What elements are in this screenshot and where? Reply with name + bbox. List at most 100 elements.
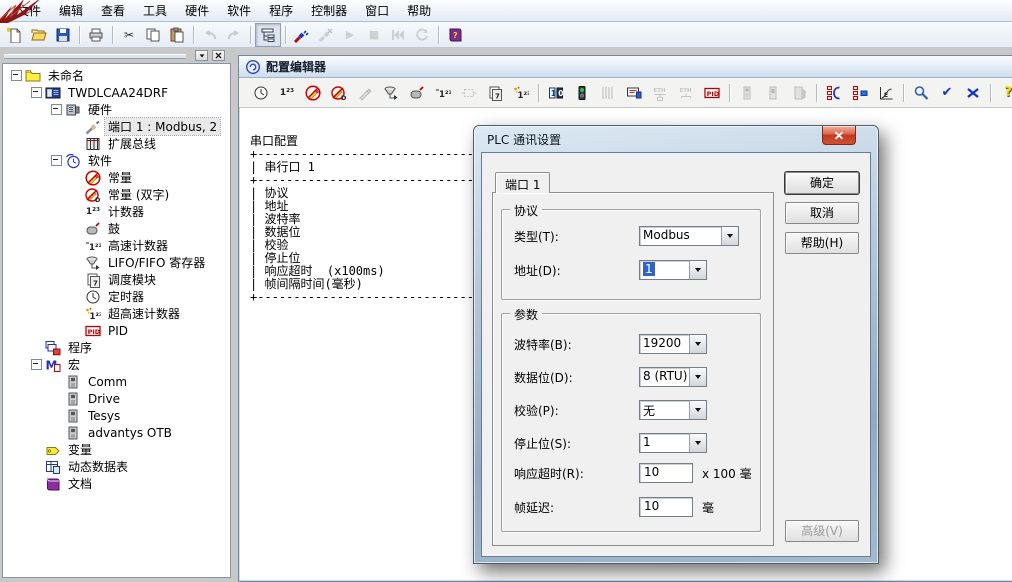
dialog-close-button[interactable] [822,126,856,145]
print-button[interactable] [84,24,108,46]
refresh-button[interactable] [410,24,434,46]
parity-dropdown-button[interactable] [689,401,706,419]
menu-edit[interactable]: 编辑 [50,0,92,21]
check-button[interactable]: ✔ [934,81,960,105]
tree-item-macro-tesys[interactable]: Tesys [3,407,230,424]
tree-item-port1[interactable]: 端口 1 : Modbus, 2 [3,118,230,135]
help-button[interactable]: 帮助(H) [785,232,859,254]
drum-button[interactable] [404,81,430,105]
address-dropdown-button[interactable] [689,261,706,279]
panel-close-button[interactable] [212,50,225,61]
io-button[interactable]: 10 [543,81,569,105]
pencil-button[interactable] [352,81,378,105]
timer-button[interactable] [248,81,274,105]
branch-b-button[interactable] [847,81,873,105]
baudrate-combo[interactable]: 19200 [639,334,707,354]
tree-item-documentation[interactable]: 文档 [3,475,230,492]
magnifier-button[interactable] [908,81,934,105]
run-button[interactable]: ▶ [338,24,362,46]
screen-button[interactable] [621,81,647,105]
tree-item-timers[interactable]: 定时器 [3,288,230,305]
tree-item-veryfast-counters[interactable]: 1²³超高速计数器 [3,305,230,322]
tab-port1[interactable]: 端口 1 [495,172,550,193]
menu-controller[interactable]: 控制器 [302,0,356,21]
tree-item-macro-advantys-otb[interactable]: advantys OTB [3,424,230,441]
menu-tools[interactable]: 工具 [134,0,176,21]
drive-c-button[interactable] [786,81,812,105]
panel-grip[interactable] [4,54,186,59]
cancel-button[interactable]: 取消 [785,202,859,224]
databits-combo[interactable]: 8 (RTU) [639,367,707,387]
tree-collapse-box[interactable] [51,155,62,166]
stopbits-dropdown-button[interactable] [689,434,706,452]
veryfast-counter-button[interactable]: 1²³ [508,81,534,105]
copy-button[interactable] [141,24,165,46]
tree-item-constants[interactable]: 常量 [3,169,230,186]
tree-item-dynamic-data-table[interactable]: 动态数据表 [3,458,230,475]
drive-b-button[interactable] [760,81,786,105]
tree-item-pid[interactable]: PIDPID [3,322,230,339]
redo-button[interactable] [222,24,246,46]
baudrate-dropdown-button[interactable] [689,335,706,353]
tree-collapse-box[interactable] [11,70,22,81]
fast-counter-button[interactable]: 1²³ [430,81,456,105]
question-button[interactable]: ? [995,81,1012,105]
tree-view-button[interactable] [255,23,281,47]
tree-item-counters[interactable]: 1²³计数器 [3,203,230,220]
cross-button[interactable] [960,81,986,105]
menu-help[interactable]: 帮助 [398,0,440,21]
tree-collapse-box[interactable] [31,359,42,370]
tree-item-variables[interactable]: 变量 [3,441,230,458]
tree-item-expansion-bus[interactable]: 扩展总线 [3,135,230,152]
branch-a-button[interactable] [821,81,847,105]
traffic-light-button[interactable] [569,81,595,105]
databits-dropdown-button[interactable] [689,368,706,386]
tree-item-plc-twdlcaa24drf[interactable]: TWDLCAA24DRF [3,84,230,101]
scheduler-button[interactable]: 7 [482,81,508,105]
tree-item-hardware[interactable]: 硬件 [3,101,230,118]
eth-button[interactable]: ETH [673,81,699,105]
cut-button[interactable]: ✂ [117,24,141,46]
help-book-button[interactable]: ? [443,24,467,46]
ok-button[interactable]: 确定 [785,172,859,194]
tree-item-fifo-registers[interactable]: LIFO/FIFO 寄存器 [3,254,230,271]
fifo-button[interactable] [378,81,404,105]
tree-item-macro-comm[interactable]: Comm [3,373,230,390]
tree-item-fast-counters[interactable]: 1²³高速计数器 [3,237,230,254]
menu-software[interactable]: 软件 [218,0,260,21]
tree-item-drum[interactable]: 鼓 [3,220,230,237]
type-dropdown-button[interactable] [721,227,738,245]
undo-button[interactable] [198,24,222,46]
type-combo[interactable]: Modbus [639,226,739,246]
parity-combo[interactable]: 无 [639,400,707,420]
frame-button[interactable] [456,81,482,105]
config-editor-titlebar[interactable]: 配置编辑器 [239,56,1012,78]
constants-button[interactable] [300,81,326,105]
tree-item-schedulers[interactable]: 7调度模块 [3,271,230,288]
grid-button[interactable] [595,81,621,105]
menu-window[interactable]: 窗口 [356,0,398,21]
menu-program[interactable]: 程序 [260,0,302,21]
disconnect-button[interactable] [314,24,338,46]
open-button[interactable] [27,24,51,46]
tree-item-software[interactable]: 软件 [3,152,230,169]
stopbits-combo[interactable]: 1 [639,433,707,453]
rewind-button[interactable] [386,24,410,46]
new-button[interactable] [3,24,27,46]
constants-dword-button[interactable]: D [326,81,352,105]
tree-item-macros[interactable]: M宏 [3,356,230,373]
e-curve-button[interactable]: E [873,81,899,105]
menu-view[interactable]: 查看 [92,0,134,21]
tree-collapse-box[interactable] [51,104,62,115]
frame-delay-input[interactable]: 10 [639,497,693,517]
pid-button[interactable]: PID [699,81,725,105]
address-combo[interactable]: 1 [639,260,707,280]
save-button[interactable] [51,24,75,46]
paste-button[interactable] [165,24,189,46]
tree-item-macro-drive[interactable]: Drive [3,390,230,407]
tree-item-root[interactable]: 未命名 [3,67,230,84]
drive-a-button[interactable] [734,81,760,105]
stop-button[interactable]: ■ [362,24,386,46]
panel-menu-button[interactable] [195,50,208,61]
counter-button[interactable]: 1²³ [274,81,300,105]
